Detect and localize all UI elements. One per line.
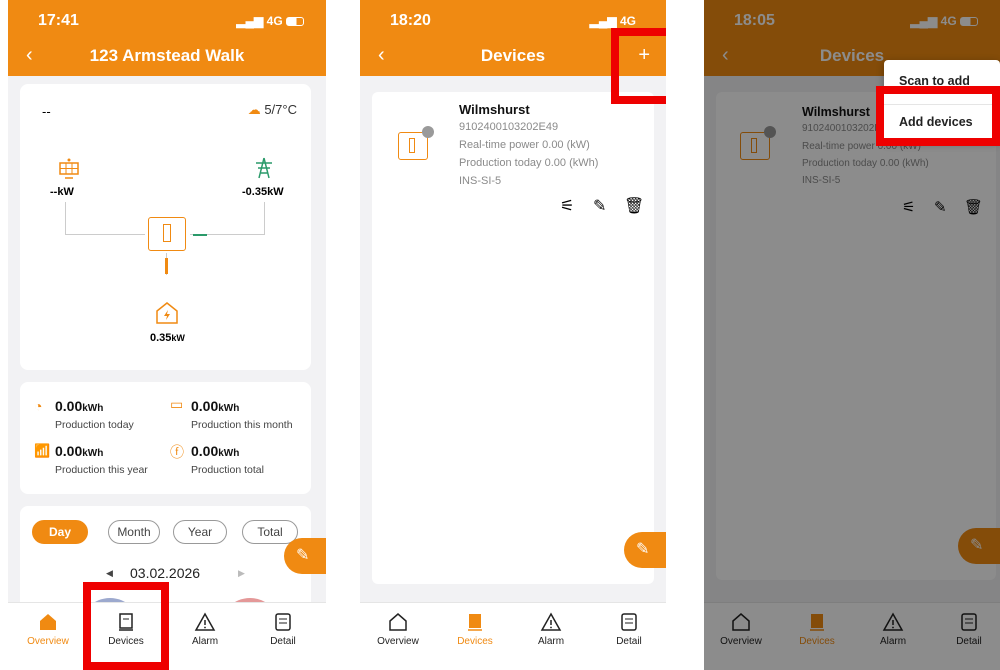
home-icon xyxy=(40,614,56,630)
production-stats-card: ◔ 0.00kWh Production today ▭ 0.00kWh Pro… xyxy=(20,382,311,494)
stat-value: 0.00 xyxy=(191,398,219,414)
stat-label: Production this month xyxy=(191,419,293,431)
next-date-icon[interactable]: ▶ xyxy=(238,568,245,579)
battery-icon xyxy=(286,17,304,27)
notes-fab-button[interactable]: ✎ xyxy=(284,538,326,574)
solar-panel-icon xyxy=(59,158,79,179)
warning-icon xyxy=(540,612,562,631)
stat-label: Production today xyxy=(55,419,134,431)
device-list-card: Wilmshurst 9102400103202E49 Real-time po… xyxy=(372,92,654,584)
stat-label: Production this year xyxy=(55,464,148,476)
tab-overview[interactable]: Overview xyxy=(13,611,83,647)
temperature-text: 5/7°C xyxy=(264,102,297,117)
tab-detail[interactable]: Detail xyxy=(248,611,318,647)
network-type: 4G xyxy=(266,14,283,28)
devices-screen: 18:20 ▂▄▆ 4G ‹ Devices + Wilmshurst 9102… xyxy=(360,0,666,670)
stat-value: 0.00 xyxy=(55,443,83,459)
inverter-icon xyxy=(148,217,186,251)
pv-power-value: --kW xyxy=(50,186,74,198)
status-time: 17:41 xyxy=(38,12,79,29)
tab-alarm[interactable]: Alarm xyxy=(170,611,240,647)
flow-indicator xyxy=(165,258,168,274)
energy-flow-card: -- ☁ 5/7°C --kW -0.35kW 0.35kW xyxy=(20,84,311,370)
signal-bars-icon: ▂▄▆ xyxy=(589,14,617,28)
network-type: 4G xyxy=(619,14,636,28)
weather-left: -- xyxy=(42,104,51,119)
date-display: 03.02.2026 xyxy=(130,565,201,581)
stat-value: 0.00 xyxy=(55,398,83,414)
settings-sliders-icon[interactable]: ⚟ xyxy=(560,196,574,216)
status-bar: 17:41 ▂▄▆ 4G xyxy=(8,0,326,38)
grid-power-value: -0.35kW xyxy=(242,186,284,198)
device-serial: 9102400103202E49 xyxy=(459,121,559,133)
stat-label: Production total xyxy=(191,464,264,476)
connector-line xyxy=(65,202,66,234)
trash-icon[interactable]: 🗑 xyxy=(624,196,644,216)
calendar-icon: ▭ xyxy=(170,396,184,412)
status-time: 18:20 xyxy=(390,12,431,29)
tab-overview[interactable]: Overview xyxy=(363,611,433,647)
device-realtime-power: Real-time power 0.00 (kW) xyxy=(459,139,590,151)
home-power-value: 0.35kW xyxy=(150,332,185,344)
bottom-tab-bar: Overview Devices Alarm Detail xyxy=(360,602,666,670)
edit-note-icon: ✎ xyxy=(296,547,310,564)
overview-screen: 17:41 ▂▄▆ 4G ‹ 123 Armstead Walk -- ☁ 5/… xyxy=(8,0,326,670)
tab-month[interactable]: Month xyxy=(108,520,160,544)
inverter-icon xyxy=(398,126,434,160)
bolt-circle-icon: ⓕ xyxy=(170,444,184,460)
connector-line xyxy=(65,234,145,235)
devices-add-menu-screen: 18:05 ▂▄▆ 4G ‹ Devices Wilmshurst 910240… xyxy=(704,0,1000,670)
tab-year[interactable]: Year xyxy=(173,520,227,544)
notes-fab-button[interactable]: ✎ xyxy=(624,532,666,568)
connector-line xyxy=(264,202,265,234)
flow-indicator xyxy=(193,234,207,236)
nav-bar: ‹ 123 Armstead Walk xyxy=(8,38,326,76)
page-title: 123 Armstead Walk xyxy=(89,46,245,65)
bar-chart-icon: 📶 xyxy=(34,443,51,458)
tab-alarm[interactable]: Alarm xyxy=(516,611,586,647)
device-model: INS-SI-5 xyxy=(459,175,502,187)
signal-bars-icon: ▂▄▆ xyxy=(236,14,264,28)
gauge-icon: ◔ xyxy=(34,398,43,414)
document-icon xyxy=(275,613,291,631)
highlight-add-devices xyxy=(876,86,1000,146)
signal-indicator: ▂▄▆ 4G xyxy=(590,14,636,28)
power-tower-icon xyxy=(256,157,272,179)
device-icon xyxy=(468,614,482,631)
edit-note-icon: ✎ xyxy=(636,541,650,558)
highlight-add-button xyxy=(611,28,666,104)
tab-detail[interactable]: Detail xyxy=(594,611,664,647)
tab-total[interactable]: Total xyxy=(242,520,298,544)
document-icon xyxy=(621,613,637,631)
home-icon xyxy=(389,613,407,631)
device-production-today: Production today 0.00 (kWh) xyxy=(459,157,599,169)
tab-day[interactable]: Day xyxy=(32,520,88,544)
warning-icon xyxy=(194,612,216,631)
tab-devices[interactable]: Devices xyxy=(440,611,510,647)
stat-value: 0.00 xyxy=(191,443,219,459)
device-name[interactable]: Wilmshurst xyxy=(459,102,530,117)
cloud-rain-icon: ☁ xyxy=(247,102,261,117)
prev-date-icon[interactable]: ◀ xyxy=(106,568,113,579)
home-load-icon xyxy=(156,302,178,324)
signal-indicator: ▂▄▆ 4G xyxy=(236,14,304,28)
edit-icon[interactable]: ✎ xyxy=(593,196,606,216)
highlight-devices-tab xyxy=(83,582,169,670)
